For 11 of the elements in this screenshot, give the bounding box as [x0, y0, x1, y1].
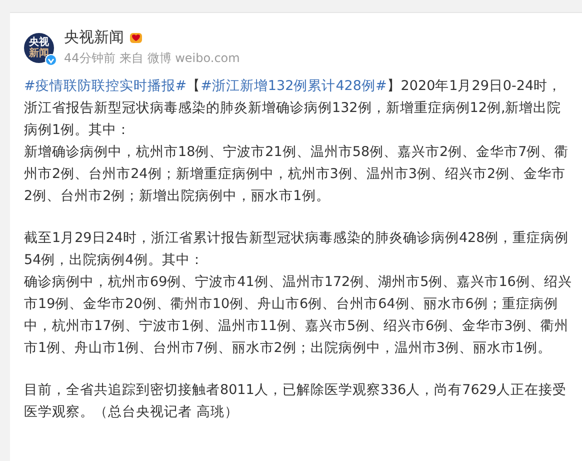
post-paragraph: 截至1月29日24时，浙江省累计报告新型冠状病毒感染的肺炎确诊病例428例，重症病例54例，出院病例4例。其中： — [24, 229, 570, 270]
post-paragraph: 目前，全省共追踪到密切接触者8011人，已解除医学观察336人，尚有7629人正在接受医学观察。（总台央视记者 高珧） — [24, 381, 568, 422]
post-paragraph: 新增确诊病例中，杭州市18例、宁波市21例、温州市58例、嘉兴市2例、金华市7例、衢州市2例、台州市24例；新增重症病例中，杭州市3例、温州市3例、绍兴市2例、金华市2例、台州市2例；新增出院病例中，丽水市1例。 — [24, 143, 570, 206]
post-paragraph: 确诊病例中，杭州市69例、宁波市41例、温州市172例、湖州市5例、嘉兴市16例、绍兴市19例、金华市20例、衢州市10例、舟山市6例、台州市64例、丽水市6例；重症病例中，杭州市17例、宁波市1例、温州市11例、嘉兴市5例、绍兴市6例、金华市3例、衢州市1例、舟山市1例、台州市7例、丽水市2例；出院病例中，温州市3例、丽水市1例。 — [24, 273, 572, 358]
hashtag-link[interactable]: #疫情联防联控实时播报# — [24, 78, 187, 94]
source-link[interactable]: 微博 weibo.com — [147, 50, 240, 67]
hashtag-link[interactable]: #浙江新增132例累计428例# — [200, 78, 387, 94]
post-time: 44分钟前 — [64, 50, 116, 67]
author-name[interactable]: 央视新闻 — [64, 28, 124, 47]
source-label: 来自 — [119, 50, 144, 67]
post-paragraph: #疫情联防联控实时播报#【#浙江新增132例累计428例#】2020年1月29日0-24时，浙江省报告新型冠状病毒感染的肺炎新增确诊病例132例，新增重症病例12例,新增出院病例1例。其中： — [24, 77, 563, 140]
